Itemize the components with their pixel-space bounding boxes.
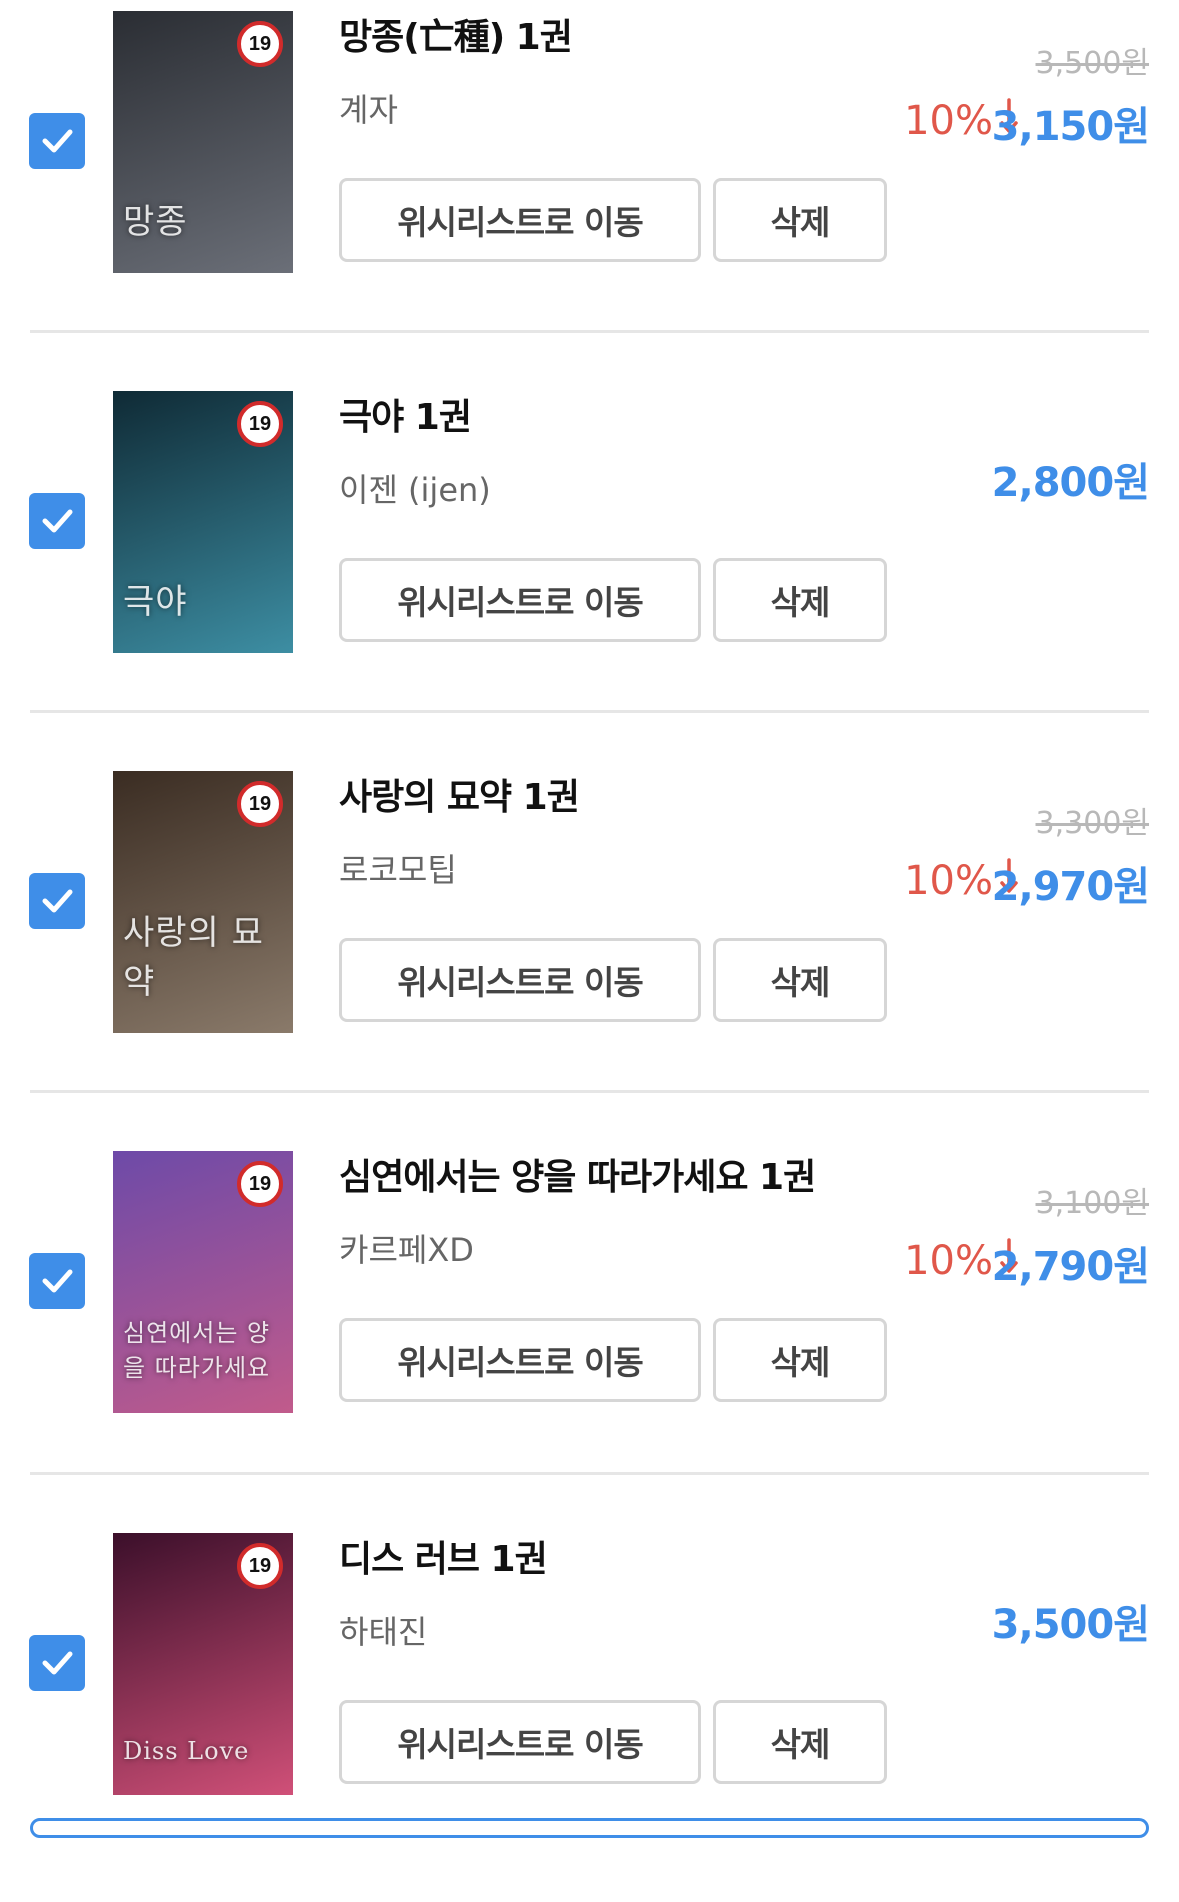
bottom-action-bar[interactable] (30, 1818, 1149, 1838)
sale-price: 3,500원 (991, 1602, 1150, 1648)
cover-title: 극야 (123, 582, 188, 622)
check-icon (42, 1651, 73, 1675)
cart-item: 19 극야 극야 1권이젠 (ijen) 위시리스트로 이동 삭제 2,800원 (0, 380, 1179, 760)
cart-item: 19 심연에서는 양을 따라가세요 심연에서는 양을 따라가세요 1권카르페XD 위시… (0, 1140, 1179, 1520)
age-rating-badge: 19 (237, 401, 283, 447)
original-price: 3,500원 (1035, 46, 1149, 81)
item-checkbox[interactable] (29, 1253, 85, 1309)
cover-title: 심연에서는 양을 따라가세요 (123, 1319, 271, 1382)
move-to-wishlist-button[interactable]: 위시리스트로 이동 (339, 178, 701, 262)
book-title[interactable]: 망종(亡種) 1권 (339, 8, 573, 60)
item-checkbox[interactable] (29, 1635, 85, 1691)
original-price: 3,100원 (1035, 1186, 1149, 1221)
original-price: 3,300원 (1035, 806, 1149, 841)
discount-text: 10% (904, 1238, 993, 1284)
delete-button[interactable]: 삭제 (713, 1700, 887, 1784)
cover-title: Diss Love (123, 1737, 250, 1765)
book-author[interactable]: 카르페XD (339, 1225, 474, 1271)
delete-button[interactable]: 삭제 (713, 1318, 887, 1402)
item-divider (30, 710, 1149, 713)
item-divider (30, 1090, 1149, 1093)
move-to-wishlist-button[interactable]: 위시리스트로 이동 (339, 558, 701, 642)
item-checkbox[interactable] (29, 493, 85, 549)
check-icon (42, 129, 73, 153)
move-to-wishlist-button[interactable]: 위시리스트로 이동 (339, 938, 701, 1022)
sale-price: 3,150원 (991, 104, 1150, 150)
sale-price: 2,800원 (991, 460, 1150, 506)
move-to-wishlist-button[interactable]: 위시리스트로 이동 (339, 1318, 701, 1402)
book-author[interactable]: 계자 (339, 85, 398, 131)
book-title[interactable]: 극야 1권 (339, 388, 472, 440)
discount-text: 10% (904, 858, 993, 904)
check-icon (42, 509, 73, 533)
item-checkbox[interactable] (29, 873, 85, 929)
age-rating-badge: 19 (237, 781, 283, 827)
book-author[interactable]: 로코모팁 (339, 845, 457, 891)
book-title[interactable]: 심연에서는 양을 따라가세요 1권 (339, 1148, 816, 1200)
cover-title: 망종 (123, 202, 188, 242)
age-rating-badge: 19 (237, 1543, 283, 1589)
sale-price: 2,790원 (991, 1244, 1150, 1290)
age-rating-badge: 19 (237, 1161, 283, 1207)
item-divider (30, 1472, 1149, 1475)
delete-button[interactable]: 삭제 (713, 558, 887, 642)
check-icon (42, 889, 73, 913)
delete-button[interactable]: 삭제 (713, 178, 887, 262)
cart-item: 19 사랑의 묘약 사랑의 묘약 1권로코모팁위시리스트로 이동 삭제 3,300원 10… (0, 760, 1179, 1140)
delete-button[interactable]: 삭제 (713, 938, 887, 1022)
check-icon (42, 1269, 73, 1293)
book-cover[interactable]: 19 극야 (113, 391, 293, 653)
item-checkbox[interactable] (29, 113, 85, 169)
book-cover[interactable]: 19 망종 (113, 11, 293, 273)
move-to-wishlist-button[interactable]: 위시리스트로 이동 (339, 1700, 701, 1784)
book-cover[interactable]: 19 사랑의 묘약 (113, 771, 293, 1033)
cover-title: 사랑의 묘약 (123, 913, 264, 1002)
item-divider (30, 330, 1149, 333)
book-cover[interactable]: 19 심연에서는 양을 따라가세요 (113, 1151, 293, 1413)
cart-item: 19 Diss Love 디스 러브 1권하태진위시리스트로 이동 삭제 3,500원 (0, 1522, 1179, 1902)
book-title[interactable]: 사랑의 묘약 1권 (339, 768, 580, 820)
book-author[interactable]: 이젠 (ijen) (339, 465, 491, 511)
discount-text: 10% (904, 98, 993, 144)
book-author[interactable]: 하태진 (339, 1607, 427, 1653)
book-cover[interactable]: 19 Diss Love (113, 1533, 293, 1795)
cart-item: 19 망종 망종(亡種) 1권계자위시리스트로 이동 삭제 3,500원 10% 3,150… (0, 0, 1179, 380)
sale-price: 2,970원 (991, 864, 1150, 910)
book-title[interactable]: 디스 러브 1권 (339, 1530, 548, 1582)
age-rating-badge: 19 (237, 21, 283, 67)
